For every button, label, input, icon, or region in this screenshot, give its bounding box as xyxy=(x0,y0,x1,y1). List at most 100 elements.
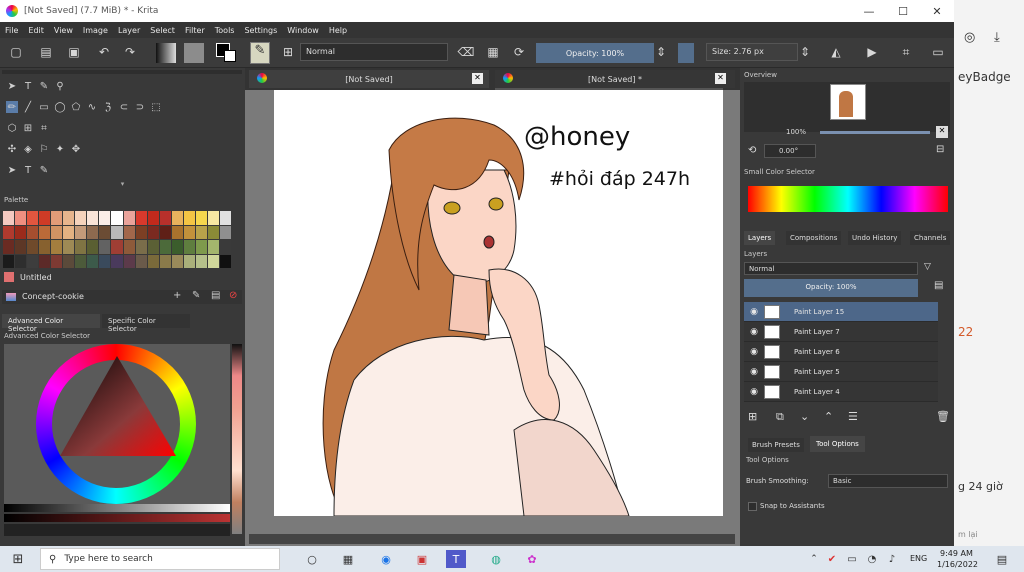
close-button[interactable]: ✕ xyxy=(920,0,954,22)
palette-swatch[interactable] xyxy=(63,240,75,254)
zalo-icon[interactable]: ◉ xyxy=(376,550,396,568)
palette-name[interactable]: Untitled xyxy=(20,273,52,282)
pattern-swatch[interactable] xyxy=(184,43,204,63)
overview-close-icon[interactable]: ✕ xyxy=(936,126,948,138)
measure-tool-icon[interactable]: T xyxy=(22,164,34,176)
add-icon[interactable]: + xyxy=(173,290,181,301)
palette-swatch[interactable] xyxy=(75,225,87,239)
palette-swatch[interactable] xyxy=(183,211,195,225)
palette-swatch[interactable] xyxy=(147,225,159,239)
palette-swatch[interactable] xyxy=(123,254,135,268)
tab-channels[interactable]: Channels xyxy=(910,231,951,245)
palette-swatch[interactable] xyxy=(3,211,15,225)
menu-help[interactable]: Help xyxy=(329,26,347,35)
menu-file[interactable]: File xyxy=(5,26,18,35)
toolbox-splitter[interactable]: ▾ xyxy=(0,180,245,188)
menu-layer[interactable]: Layer xyxy=(118,26,140,35)
palette-swatch[interactable] xyxy=(111,211,123,225)
calligraphy-tool-icon[interactable]: ⚲ xyxy=(54,80,66,92)
menu-filter[interactable]: Filter xyxy=(185,26,205,35)
small-color-bar[interactable] xyxy=(748,186,948,212)
palette-swatch[interactable] xyxy=(159,225,171,239)
move-layer-down-icon[interactable]: ⌄ xyxy=(800,410,809,423)
menu-window[interactable]: Window xyxy=(287,26,319,35)
new-document-icon[interactable]: ▢ xyxy=(8,44,24,60)
notifications-icon[interactable]: ▤ xyxy=(992,550,1012,568)
palette-swatch[interactable] xyxy=(207,254,219,268)
close-tab-1-icon[interactable]: ✕ xyxy=(472,73,483,84)
horizontal-scrollbar[interactable] xyxy=(249,534,735,544)
reload-preset-icon[interactable]: ⟳ xyxy=(511,44,527,60)
palette-swatch[interactable] xyxy=(171,254,183,268)
palette-swatch[interactable] xyxy=(135,211,147,225)
menu-view[interactable]: View xyxy=(54,26,73,35)
edit-icon[interactable]: ✎ xyxy=(192,290,200,301)
move-tool-icon[interactable]: ⊞ xyxy=(22,122,34,134)
gradient-tool-icon[interactable]: ✣ xyxy=(6,143,18,155)
mirror-vertical-icon[interactable]: ▶ xyxy=(864,44,880,60)
dynamic-brush-tool-icon[interactable]: ⊃ xyxy=(134,101,146,113)
select-shapes-tool-icon[interactable]: ➤ xyxy=(6,80,18,92)
color-history-strip[interactable] xyxy=(232,344,242,534)
palette-swatch[interactable] xyxy=(27,225,39,239)
brush-preset-icon[interactable]: ✎ xyxy=(250,42,270,64)
palette-swatch[interactable] xyxy=(219,254,231,268)
palette-swatch[interactable] xyxy=(135,240,147,254)
palette-swatch[interactable] xyxy=(219,211,231,225)
visibility-icon[interactable]: ◉ xyxy=(744,347,764,357)
layer-row-15[interactable]: ◉ Paint Layer 15 xyxy=(744,302,938,322)
palette-swatch[interactable] xyxy=(183,254,195,268)
palette-swatch[interactable] xyxy=(51,225,63,239)
language-indicator[interactable]: ENG xyxy=(910,554,927,563)
app-icon[interactable]: ▣ xyxy=(412,550,432,568)
mirror-horizontal-icon[interactable]: ◭ xyxy=(828,44,844,60)
palette-swatch[interactable] xyxy=(99,211,111,225)
menu-image[interactable]: Image xyxy=(83,26,108,35)
layer-row-5[interactable]: ◉ Paint Layer 5 xyxy=(744,362,938,382)
palette-swatch[interactable] xyxy=(207,240,219,254)
palette-swatch[interactable] xyxy=(39,254,51,268)
palette-swatch[interactable] xyxy=(75,240,87,254)
edit-shapes-tool-icon[interactable]: ✎ xyxy=(38,80,50,92)
opacity-stepper-icon[interactable]: ⇕ xyxy=(656,44,666,60)
palette-swatch[interactable] xyxy=(111,254,123,268)
palette-swatch[interactable] xyxy=(195,211,207,225)
layer-row-7[interactable]: ◉ Paint Layer 7 xyxy=(744,322,938,342)
palette-swatch[interactable] xyxy=(207,225,219,239)
redo-icon[interactable]: ↷ xyxy=(122,44,138,60)
palette-swatch[interactable] xyxy=(15,211,27,225)
rotate-icon[interactable]: ⟲ xyxy=(748,145,756,156)
account-icon[interactable]: ◎ xyxy=(964,30,975,45)
palette-swatch[interactable] xyxy=(219,240,231,254)
text-tool-icon[interactable]: T xyxy=(22,80,34,92)
brush-smoothing-select[interactable]: Basic xyxy=(828,474,948,488)
freehand-brush-tool-icon[interactable]: ✏ xyxy=(6,101,18,113)
layer-row-4[interactable]: ◉ Paint Layer 4 xyxy=(744,382,938,402)
palette-swatch[interactable] xyxy=(159,254,171,268)
palette-swatch[interactable] xyxy=(147,211,159,225)
palette-swatch[interactable] xyxy=(195,240,207,254)
undo-icon[interactable]: ↶ xyxy=(96,44,112,60)
layer-opacity-slider[interactable]: Opacity: 100% xyxy=(744,279,918,297)
palette-swatch[interactable] xyxy=(99,254,111,268)
freehand-path-tool-icon[interactable]: ⊂ xyxy=(118,101,130,113)
save-icon[interactable]: ▣ xyxy=(66,44,82,60)
line-tool-icon[interactable]: ╱ xyxy=(22,101,34,113)
palette-swatch[interactable] xyxy=(87,240,99,254)
palette-swatch[interactable] xyxy=(15,240,27,254)
palette-swatch[interactable] xyxy=(39,225,51,239)
chrome-icon[interactable]: ◍ xyxy=(486,550,506,568)
palette-swatch[interactable] xyxy=(27,211,39,225)
rotation-input[interactable]: 0.00° xyxy=(764,144,816,158)
brush-grid-icon[interactable]: ⊞ xyxy=(280,44,296,60)
palette-swatch[interactable] xyxy=(39,240,51,254)
palette-swatch[interactable] xyxy=(3,225,15,239)
rectangle-tool-icon[interactable]: ▭ xyxy=(38,101,50,113)
ellipse-tool-icon[interactable]: ◯ xyxy=(54,101,66,113)
opacity-slider[interactable]: Opacity: 100% xyxy=(536,43,654,63)
color-triangle[interactable] xyxy=(56,350,178,460)
palette-swatch[interactable] xyxy=(99,240,111,254)
fill-tool-icon[interactable]: ✦ xyxy=(54,143,66,155)
palette-swatch[interactable] xyxy=(171,240,183,254)
assistant-tool-icon[interactable]: ➤ xyxy=(6,164,18,176)
